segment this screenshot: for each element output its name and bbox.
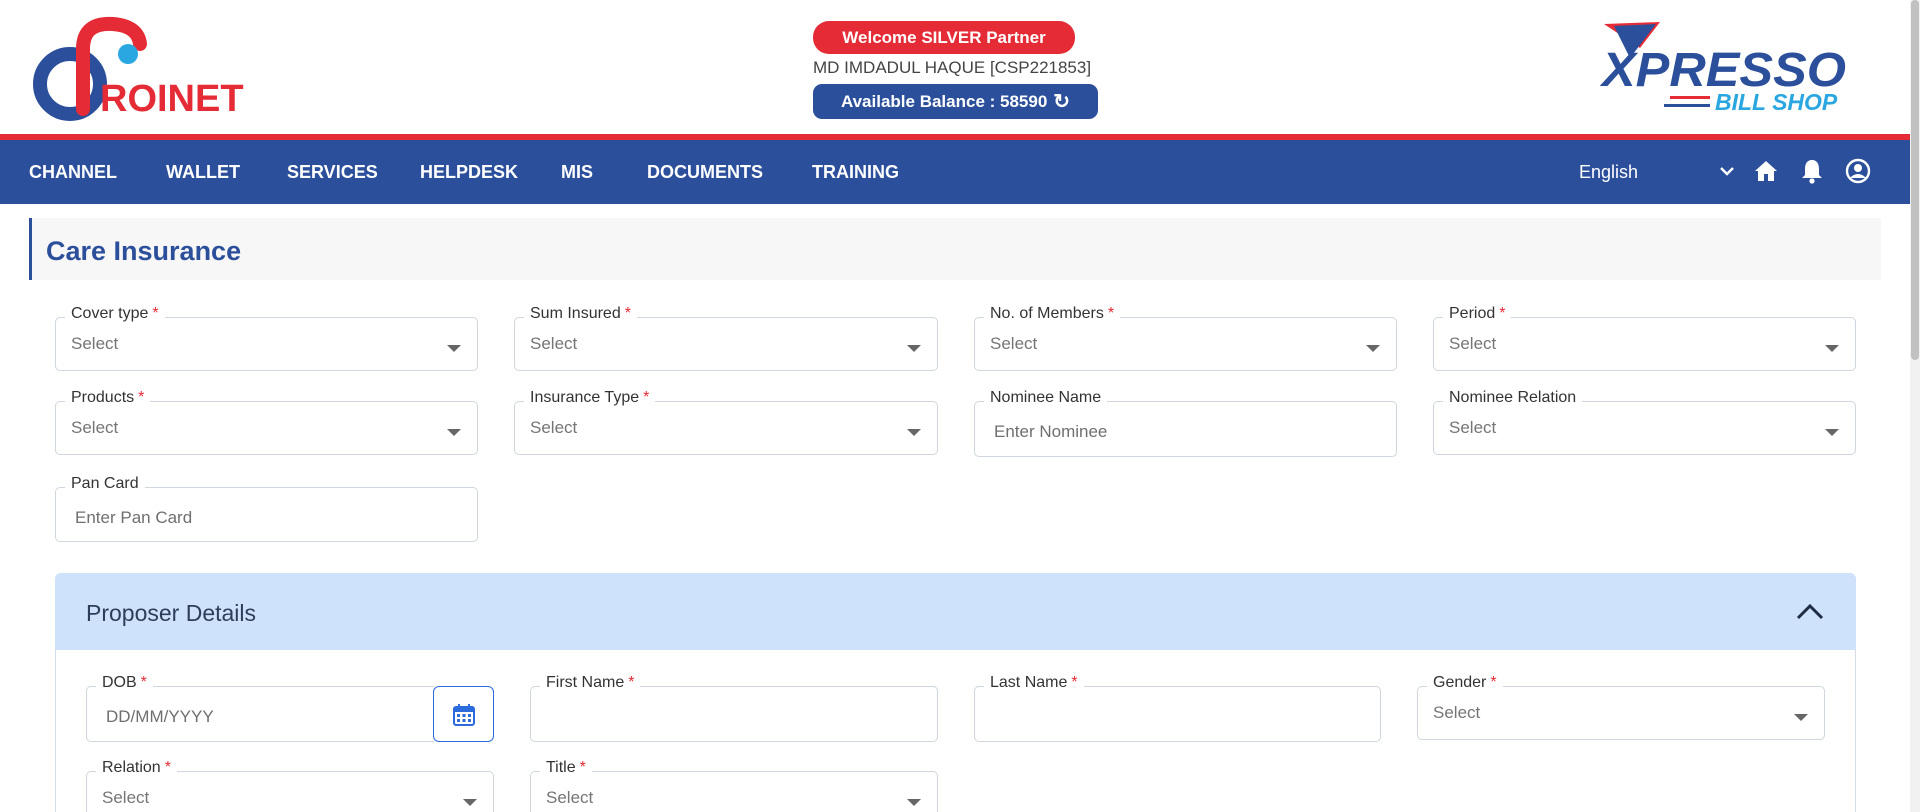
field-label: Title * [540, 759, 592, 777]
nav-item-mis[interactable]: MIS [561, 140, 593, 204]
bell-icon[interactable] [1799, 158, 1825, 184]
caret-down-icon [907, 345, 921, 352]
caret-down-icon [447, 345, 461, 352]
field-label: Relation * [96, 759, 177, 777]
caret-down-icon [907, 799, 921, 806]
nominee-name-field[interactable]: Nominee Name [974, 389, 1397, 457]
pan-card-input[interactable] [57, 489, 476, 541]
first-name-field[interactable]: First Name * [530, 674, 938, 742]
caret-down-icon [1825, 429, 1839, 436]
nav-item-channel[interactable]: CHANNEL [29, 140, 117, 204]
roinet-logo[interactable]: ROINET [28, 14, 258, 122]
dob-field[interactable]: DOB * [86, 674, 434, 742]
caret-down-icon [907, 429, 921, 436]
select-value: Select [990, 334, 1038, 353]
select-value: Select [530, 418, 578, 437]
nominee-name-input[interactable] [976, 403, 1395, 455]
field-label: Insurance Type * [524, 389, 656, 407]
chevron-down-icon [1720, 167, 1734, 176]
sum-insured-select[interactable]: Sum Insured * Select [514, 305, 938, 371]
select-value: Select [546, 788, 594, 807]
section-title: Proposer Details [86, 600, 257, 626]
last-name-input[interactable] [976, 688, 1379, 740]
select-value: Select [71, 334, 119, 353]
calendar-icon [453, 704, 475, 726]
nav-item-helpdesk[interactable]: HELPDESK [420, 140, 518, 204]
caret-down-icon [1825, 345, 1839, 352]
products-select[interactable]: Products * Select [55, 389, 478, 455]
nominee-relation-select[interactable]: Nominee Relation Select [1433, 389, 1856, 455]
dob-input[interactable] [88, 688, 433, 740]
card-title-bar [29, 218, 1881, 280]
main-navbar: CHANNEL WALLET SERVICES HELPDESK MIS DOC… [0, 140, 1910, 204]
home-icon[interactable] [1753, 158, 1779, 184]
xpresso-logo[interactable]: XPRESSO BILL SHOP [1600, 18, 1850, 118]
field-label: Nominee Relation [1443, 389, 1583, 407]
insurance-type-select[interactable]: Insurance Type * Select [514, 389, 938, 455]
pan-card-field[interactable]: Pan Card [55, 475, 478, 542]
title-select[interactable]: Title * Select [530, 759, 938, 812]
members-select[interactable]: No. of Members * Select [974, 305, 1397, 371]
proposer-details-header[interactable] [55, 573, 1856, 650]
balance-badge[interactable]: Available Balance : 58590 ↻ [813, 84, 1098, 119]
select-value: Select [1449, 418, 1497, 437]
nav-item-training[interactable]: TRAINING [812, 140, 899, 204]
language-value: English [1579, 162, 1639, 182]
calendar-button[interactable] [433, 686, 494, 742]
bill-shop-text: BILL SHOP [1715, 89, 1838, 115]
caret-down-icon [1366, 345, 1380, 352]
last-name-field[interactable]: Last Name * [974, 674, 1381, 742]
field-label: Products * [65, 389, 151, 407]
caret-down-icon [1794, 714, 1808, 721]
select-value: Select [71, 418, 119, 437]
field-label: No. of Members * [984, 305, 1121, 323]
top-header: ROINET Welcome SILVER Partner MD IMDADUL… [0, 0, 1910, 135]
nav-item-wallet[interactable]: WALLET [166, 140, 240, 204]
user-info: MD IMDADUL HAQUE [CSP221853] [813, 58, 1092, 77]
page-title: Care Insurance [46, 236, 242, 266]
caret-down-icon [463, 799, 477, 806]
first-name-input[interactable] [532, 688, 936, 740]
select-value: Select [1449, 334, 1497, 353]
cover-type-select[interactable]: Cover type * Select [55, 305, 478, 371]
user-circle-icon[interactable] [1845, 158, 1871, 184]
chevron-up-icon[interactable] [1795, 599, 1825, 623]
balance-text: Available Balance : 58590 [840, 92, 1048, 111]
select-value: Select [102, 788, 150, 807]
select-value: Select [530, 334, 578, 353]
refresh-icon[interactable]: ↻ [1053, 85, 1070, 120]
gender-select[interactable]: Gender * Select [1417, 674, 1825, 740]
field-label: Period * [1443, 305, 1512, 323]
partner-badge: Welcome SILVER Partner [813, 21, 1075, 54]
roinet-logo-text: ROINET [100, 78, 244, 120]
language-select[interactable]: English [1579, 140, 1739, 204]
field-label: Sum Insured * [524, 305, 637, 323]
select-value: Select [1433, 703, 1481, 722]
field-label: Cover type * [65, 305, 165, 323]
period-select[interactable]: Period * Select [1433, 305, 1856, 371]
field-label: Gender * [1427, 674, 1503, 692]
nav-item-services[interactable]: SERVICES [287, 140, 378, 204]
scrollbar-thumb[interactable] [1911, 0, 1919, 360]
relation-select[interactable]: Relation * Select [86, 759, 494, 812]
nav-item-documents[interactable]: DOCUMENTS [647, 140, 763, 204]
caret-down-icon [447, 429, 461, 436]
